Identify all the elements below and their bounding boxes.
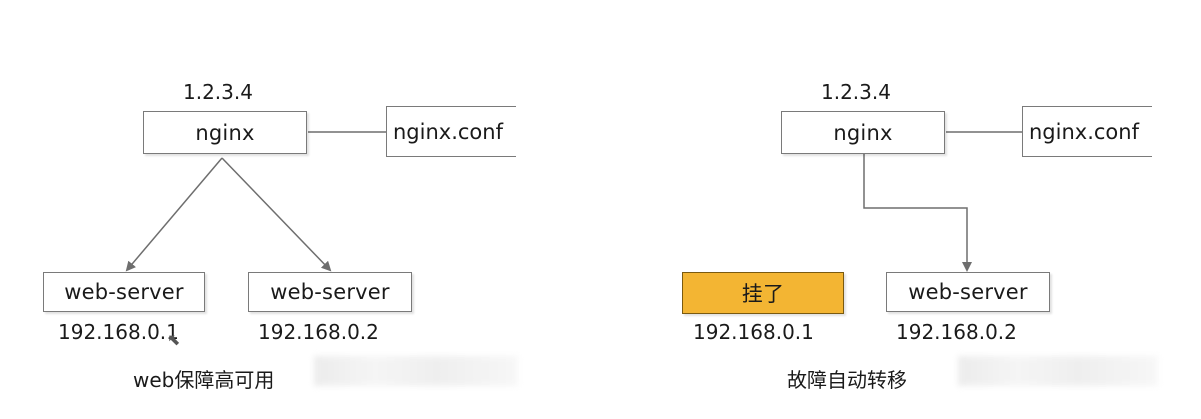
left-caption: web保障高可用 bbox=[133, 368, 275, 392]
left-arrow-to-server-2 bbox=[221, 157, 332, 272]
right-public-ip: 1.2.3.4 bbox=[821, 80, 891, 104]
left-watermark-blur bbox=[314, 356, 518, 386]
left-web-server-1: web-server bbox=[43, 272, 205, 312]
mouse-cursor-icon: ⬉ bbox=[167, 330, 181, 349]
right-caption: 故障自动转移 bbox=[787, 368, 907, 392]
right-failed-server-ip: 192.168.0.1 bbox=[693, 320, 814, 344]
right-nginx-conf-note: nginx.conf bbox=[1022, 106, 1152, 157]
right-web-server-2-ip: 192.168.0.2 bbox=[896, 320, 1017, 344]
right-web-server-2: web-server bbox=[886, 272, 1050, 312]
left-web-server-2: web-server bbox=[248, 272, 412, 312]
left-web-server-2-ip: 192.168.0.2 bbox=[258, 320, 379, 344]
right-nginx-box: nginx bbox=[781, 111, 945, 154]
left-public-ip: 1.2.3.4 bbox=[183, 80, 253, 104]
diagram-canvas: 1.2.3.4 nginx nginx.conf web-server 192.… bbox=[0, 0, 1201, 419]
right-failed-server: 挂了 bbox=[682, 272, 844, 314]
left-arrow-to-server-1 bbox=[125, 157, 223, 272]
right-arrow-to-server-2 bbox=[863, 154, 972, 272]
right-watermark-blur bbox=[958, 356, 1158, 386]
left-nginx-conf-note: nginx.conf bbox=[386, 106, 516, 157]
left-web-server-1-ip: 192.168.0.1 bbox=[58, 320, 179, 344]
left-nginx-box: nginx bbox=[143, 111, 307, 154]
